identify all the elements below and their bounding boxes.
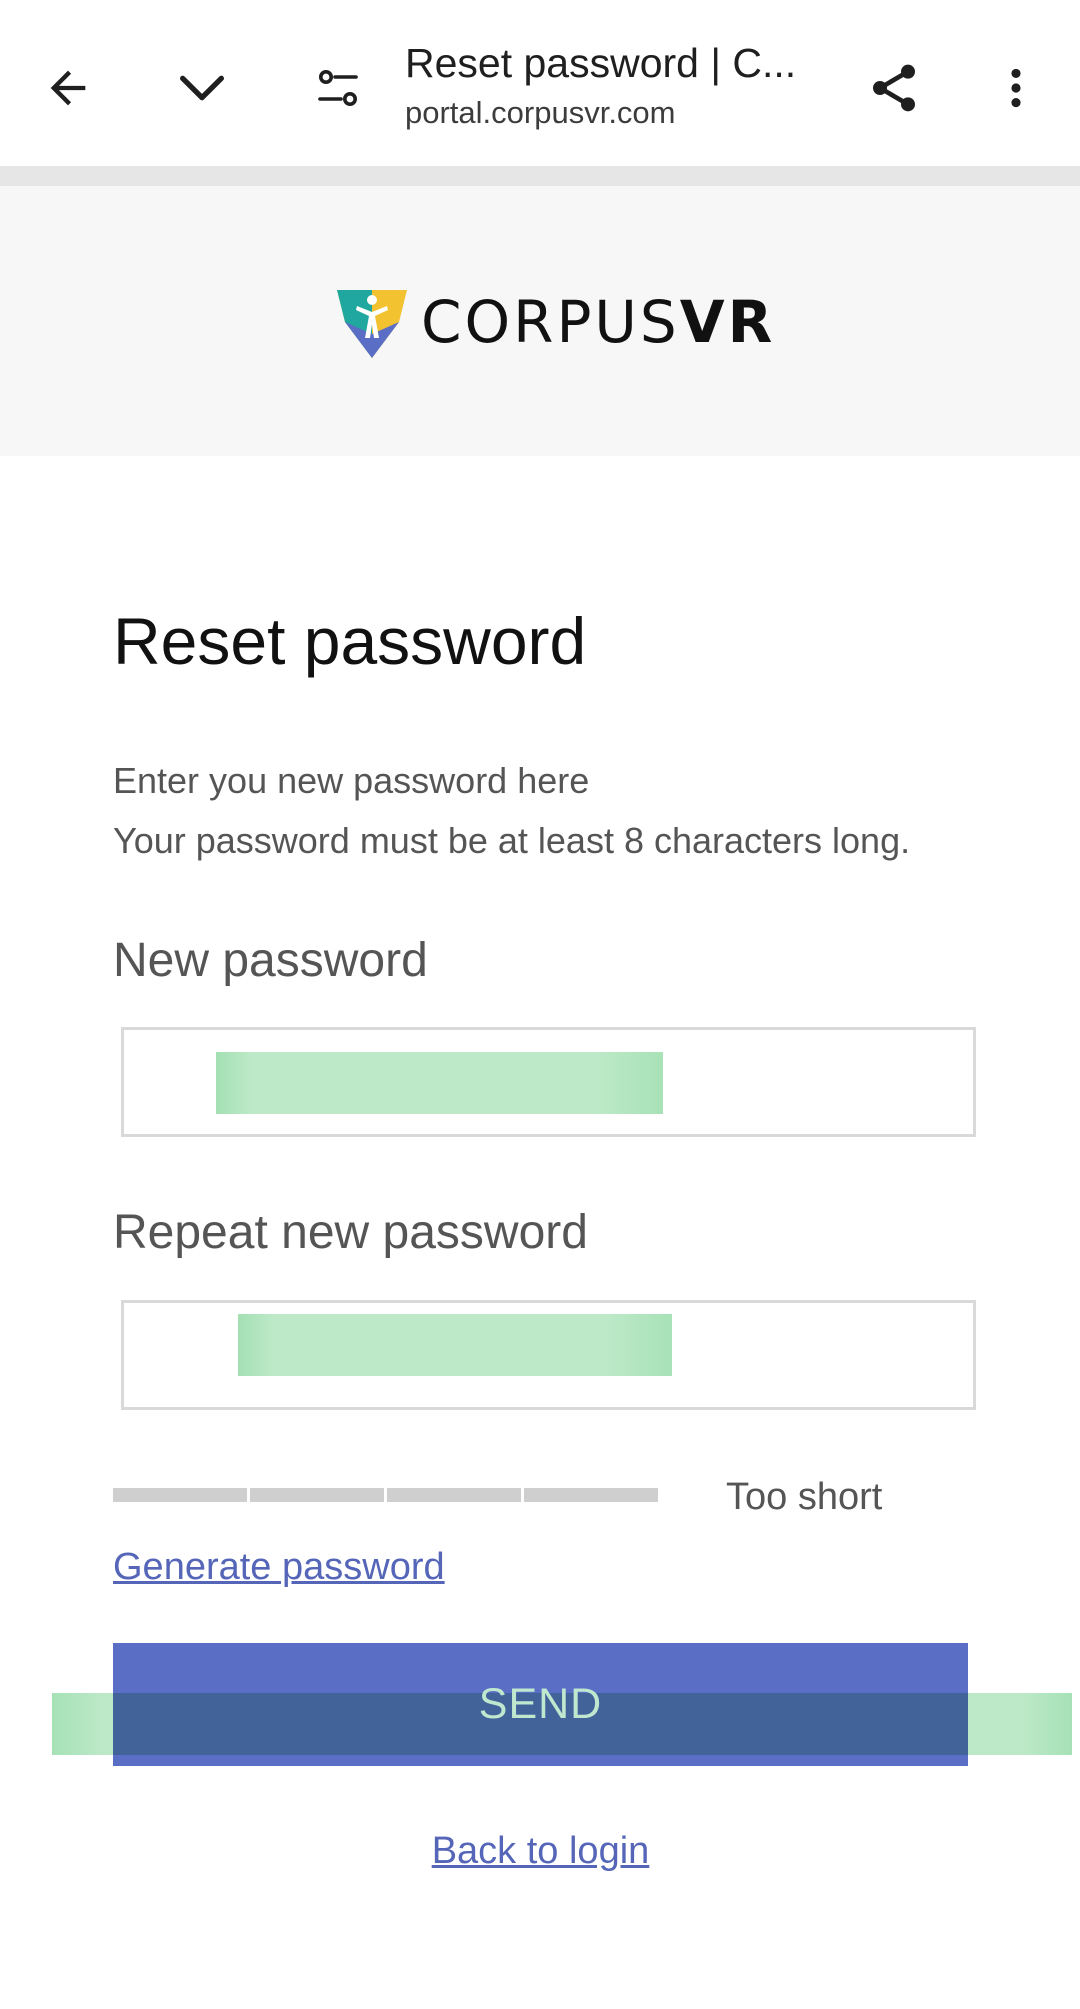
send-button-label: SEND — [478, 1680, 603, 1728]
new-password-input[interactable] — [121, 1027, 976, 1137]
strength-segment — [250, 1488, 384, 1502]
share-icon[interactable] — [858, 52, 930, 124]
generate-password-link[interactable]: Generate password — [113, 1544, 445, 1590]
browser-toolbar: Reset password | C... portal.corpusvr.co… — [0, 0, 1080, 166]
back-to-login-wrapper: Back to login — [113, 1828, 968, 1874]
corpusvr-logo[interactable]: CORPUSVR — [333, 282, 775, 362]
logo-mark-icon — [337, 290, 407, 358]
back-to-login-link[interactable]: Back to login — [432, 1830, 650, 1872]
repeat-password-label: Repeat new password — [113, 1206, 588, 1259]
strength-segment — [113, 1488, 247, 1502]
url-text: portal.corpusvr.com — [405, 95, 676, 130]
password-strength-meter — [113, 1488, 658, 1502]
strength-segment — [524, 1488, 658, 1502]
repeat-password-input[interactable] — [121, 1300, 976, 1410]
logo-wordmark: CORPUSVR — [421, 288, 776, 356]
instruction-line-1: Enter you new password here — [113, 760, 590, 801]
arrow-back-icon[interactable] — [32, 52, 104, 124]
password-strength-text: Too short — [726, 1476, 883, 1518]
tune-icon[interactable] — [302, 52, 374, 124]
redacted-value — [238, 1314, 672, 1376]
strength-segment — [387, 1488, 521, 1502]
redacted-value — [216, 1052, 663, 1114]
toolbar-divider — [0, 166, 1080, 186]
form-instructions: Enter you new password here Your passwor… — [113, 751, 910, 871]
tab-info[interactable]: Reset password | C... portal.corpusvr.co… — [405, 36, 825, 146]
more-vert-icon[interactable] — [980, 52, 1052, 124]
page-title: Reset password | C... — [405, 40, 797, 86]
form-heading: Reset password — [113, 604, 587, 678]
site-header: CORPUSVR — [0, 186, 1080, 456]
chevron-down-icon[interactable] — [166, 52, 238, 124]
new-password-label: New password — [113, 934, 428, 987]
instruction-line-2: Your password must be at least 8 charact… — [113, 820, 911, 861]
